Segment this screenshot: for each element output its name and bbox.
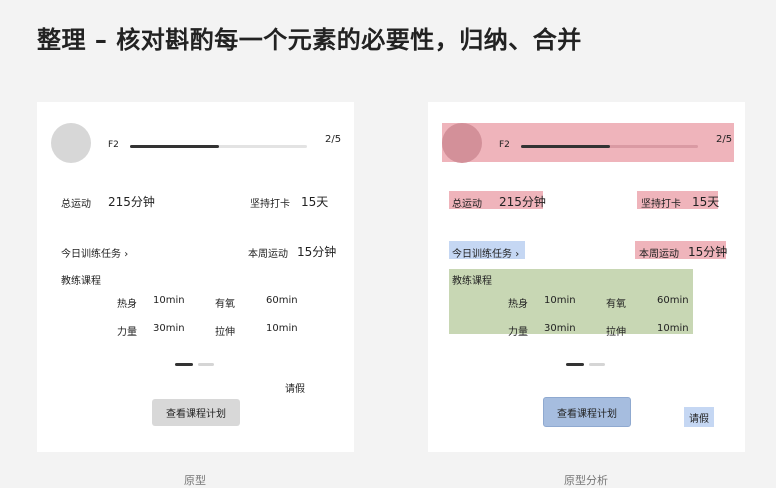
highlight-header — [442, 123, 734, 162]
caption-prototype: 原型 — [184, 474, 206, 487]
analysis-panel: F2 2/5 总运动 215分钟 坚持打卡 15天 今日训练任务 › 本周运动 … — [428, 102, 745, 452]
avatar[interactable] — [51, 123, 91, 163]
course-name: 热身 — [117, 299, 137, 310]
course-time: 10min — [657, 323, 689, 334]
pager-dot-active[interactable] — [175, 363, 193, 366]
pager-dot-active[interactable] — [566, 363, 584, 366]
course-name: 拉伸 — [215, 327, 235, 338]
week-exercise-label: 本周运动 — [248, 249, 288, 260]
pager-dot[interactable] — [198, 363, 214, 366]
pager-dot[interactable] — [589, 363, 605, 366]
total-exercise-label: 总运动 — [452, 199, 482, 210]
checkin-label: 坚持打卡 — [641, 199, 681, 210]
view-course-plan-button[interactable]: 查看课程计划 — [152, 399, 240, 426]
progress-fill — [521, 145, 610, 148]
course-time: 10min — [153, 295, 185, 306]
today-task-link[interactable]: 今日训练任务 › — [452, 245, 519, 260]
total-exercise-value: 215分钟 — [499, 195, 546, 209]
course-name: 有氧 — [215, 299, 235, 310]
total-exercise-label: 总运动 — [61, 199, 91, 210]
course-time: 60min — [266, 295, 298, 306]
page-title: 整理 – 核对斟酌每一个元素的必要性，归纳、合并 — [37, 26, 582, 54]
course-time: 10min — [544, 295, 576, 306]
page-indicator: 2/5 — [325, 134, 342, 145]
today-task-label: 今日训练任务 — [452, 249, 512, 260]
today-task-link[interactable]: 今日训练任务 › — [61, 245, 128, 260]
chevron-right-icon: › — [124, 249, 129, 260]
week-exercise-label: 本周运动 — [639, 249, 679, 260]
prototype-panel: F2 2/5 总运动 215分钟 坚持打卡 15天 今日训练任务 › 本周运动 … — [37, 102, 354, 452]
week-exercise-value: 15分钟 — [297, 245, 337, 259]
course-name: 力量 — [117, 327, 137, 338]
course-name: 拉伸 — [606, 327, 626, 338]
course-time: 30min — [544, 323, 576, 334]
week-exercise-value: 15分钟 — [688, 245, 728, 259]
course-section-title: 教练课程 — [61, 276, 101, 287]
level-label: F2 — [108, 140, 119, 150]
caption-analysis: 原型分析 — [564, 474, 608, 487]
course-time: 60min — [657, 295, 689, 306]
page-indicator: 2/5 — [716, 134, 733, 145]
total-exercise-value: 215分钟 — [108, 195, 155, 209]
checkin-value: 15天 — [692, 195, 720, 209]
view-course-plan-button[interactable]: 查看课程计划 — [543, 397, 631, 427]
leave-link[interactable]: 请假 — [684, 407, 714, 427]
level-label: F2 — [499, 140, 510, 150]
progress-bar — [130, 145, 307, 148]
progress-bar — [521, 145, 698, 148]
course-name: 热身 — [508, 299, 528, 310]
chevron-right-icon: › — [515, 249, 520, 260]
course-section-title: 教练课程 — [452, 276, 492, 287]
leave-link[interactable]: 请假 — [285, 380, 305, 395]
progress-fill — [130, 145, 219, 148]
course-name: 力量 — [508, 327, 528, 338]
checkin-value: 15天 — [301, 195, 329, 209]
checkin-label: 坚持打卡 — [250, 199, 290, 210]
today-task-label: 今日训练任务 — [61, 249, 121, 260]
course-time: 10min — [266, 323, 298, 334]
avatar[interactable] — [442, 123, 482, 163]
course-name: 有氧 — [606, 299, 626, 310]
course-time: 30min — [153, 323, 185, 334]
